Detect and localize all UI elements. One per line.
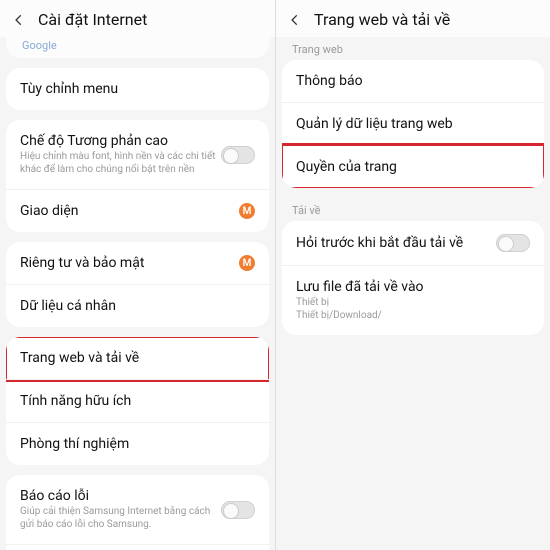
row-report[interactable]: Báo cáo lỗi Giúp cải thiện Samsung Inter… xyxy=(6,475,269,545)
label: Hỏi trước khi bắt đầu tải về xyxy=(296,235,496,251)
row-notifications[interactable]: Thông báo xyxy=(282,60,544,103)
row-interface[interactable]: Giao diện M xyxy=(6,190,269,232)
row-privacy[interactable]: Riêng tư và bảo mật M xyxy=(6,242,269,285)
label: Lưu file đã tải về vào xyxy=(296,279,424,295)
row-save-location[interactable]: Lưu file đã tải về vào Thiết bị Thiết bị… xyxy=(282,266,544,335)
label: Trang web và tải về xyxy=(20,350,255,366)
header: Trang web và tải về xyxy=(276,0,550,37)
label: Quản lý dữ liệu trang web xyxy=(296,116,530,132)
right-panel: Trang web và tải về Trang web Thông báo … xyxy=(275,0,550,550)
label: Giao diện xyxy=(20,203,239,219)
card-privacy: Riêng tư và bảo mật M Dữ liệu cá nhân xyxy=(6,242,269,327)
left-scroll: Tùy chỉnh menu Chế độ Tương phản cao Hiệ… xyxy=(0,68,275,550)
back-icon[interactable] xyxy=(10,11,28,29)
google-hint: Google xyxy=(6,37,269,58)
row-useful[interactable]: Tính năng hữu ích xyxy=(6,380,269,423)
label: Riêng tư và bảo mật xyxy=(20,255,239,271)
header: Cài đặt Internet xyxy=(0,0,275,37)
card-downloads: Hỏi trước khi bắt đầu tải về Lưu file đã… xyxy=(282,221,544,335)
section-label-web: Trang web xyxy=(276,37,550,60)
row-ask-before[interactable]: Hỏi trước khi bắt đầu tải về xyxy=(282,221,544,266)
label: Thông báo xyxy=(296,73,530,89)
label: Phòng thí nghiệm xyxy=(20,436,255,452)
label: Báo cáo lỗi xyxy=(20,488,221,504)
row-personal-data[interactable]: Dữ liệu cá nhân xyxy=(6,285,269,327)
row-high-contrast[interactable]: Chế độ Tương phản cao Hiệu chỉnh màu fon… xyxy=(6,120,269,190)
row-permissions[interactable]: Quyền của trang xyxy=(282,146,544,188)
label: Tùy chỉnh menu xyxy=(20,81,255,97)
right-scroll: Trang web Thông báo Quản lý dữ liệu tran… xyxy=(276,37,550,550)
row-manage-data[interactable]: Quản lý dữ liệu trang web xyxy=(282,103,544,146)
m-badge-icon: M xyxy=(239,255,255,271)
toggle-ask-before[interactable] xyxy=(496,234,530,252)
sublabel2: Thiết bị/Download/ xyxy=(296,310,382,323)
label: Chế độ Tương phản cao xyxy=(20,133,221,149)
page-title: Cài đặt Internet xyxy=(38,10,147,29)
label: Tính năng hữu ích xyxy=(20,393,255,409)
m-badge-icon: M xyxy=(239,203,255,219)
row-web-downloads[interactable]: Trang web và tải về xyxy=(6,337,269,380)
label: Dữ liệu cá nhân xyxy=(20,298,255,314)
toggle-high-contrast[interactable] xyxy=(221,146,255,164)
back-icon[interactable] xyxy=(286,11,304,29)
row-labs[interactable]: Phòng thí nghiệm xyxy=(6,423,269,465)
card-web-features: Trang web và tải về Tính năng hữu ích Ph… xyxy=(6,337,269,465)
left-panel: Cài đặt Internet Google Tùy chỉnh menu C… xyxy=(0,0,275,550)
section-label-downloads: Tải về xyxy=(276,198,550,221)
toggle-report[interactable] xyxy=(221,501,255,519)
page-title: Trang web và tải về xyxy=(314,10,450,29)
row-stop-using[interactable]: Ngưng sử dụng Samsung Internet xyxy=(6,545,269,550)
card-web: Thông báo Quản lý dữ liệu trang web Quyề… xyxy=(282,60,544,188)
sublabel1: Thiết bị xyxy=(296,297,329,310)
card-appearance: Chế độ Tương phản cao Hiệu chỉnh màu fon… xyxy=(6,120,269,232)
sublabel: Hiệu chỉnh màu font, hình nền và các chi… xyxy=(20,151,221,176)
row-customize-menu[interactable]: Tùy chỉnh menu xyxy=(6,68,269,110)
card-report: Báo cáo lỗi Giúp cải thiện Samsung Inter… xyxy=(6,475,269,550)
label: Quyền của trang xyxy=(296,159,530,175)
sublabel: Giúp cải thiện Samsung Internet bằng các… xyxy=(20,506,221,531)
card-customize: Tùy chỉnh menu xyxy=(6,68,269,110)
